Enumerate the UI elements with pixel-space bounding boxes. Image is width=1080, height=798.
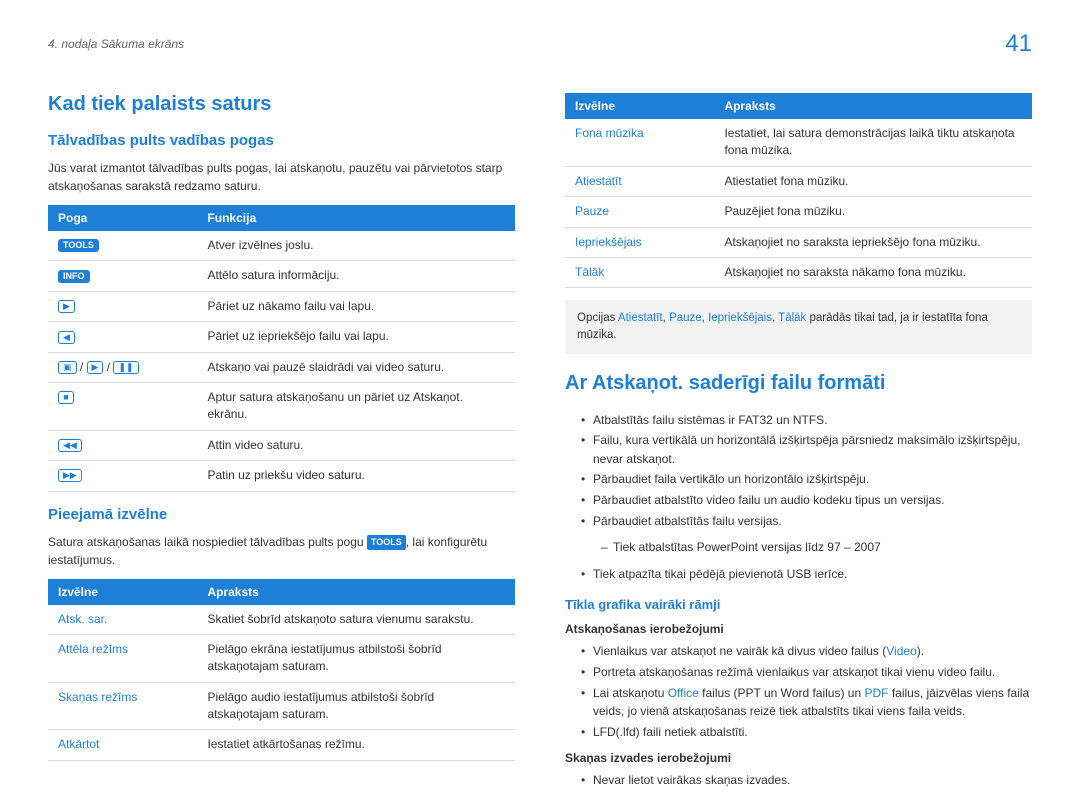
format-bullets: Atbalstītās failu sistēmas ir FAT32 un N… xyxy=(565,411,1032,531)
table-row: ▶▶Patin uz priekšu video saturu. xyxy=(48,461,515,491)
table-row: ◀Pāriet uz iepriekšējo failu vai lapu. xyxy=(48,322,515,352)
prev-icon: ◀ xyxy=(58,331,75,344)
table-row: AtkārtotIestatiet atkārtošanas režīmu. xyxy=(48,730,515,760)
th-desc: Apraksts xyxy=(197,579,515,605)
page-number: 41 xyxy=(1005,30,1032,58)
th-button: Poga xyxy=(48,205,197,231)
forward-icon: ▶▶ xyxy=(58,469,82,482)
left-column: Kad tiek palaists saturs Tālvadības pult… xyxy=(48,93,515,798)
list-item: Lai atskaņotu Office failus (PPT un Word… xyxy=(581,684,1032,721)
play-icon: ▶ xyxy=(87,361,104,374)
table-row: INFOAttēlo satura informāciju. xyxy=(48,261,515,291)
format-bullets-2: Tiek atpazīta tikai pēdējā pievienotā US… xyxy=(565,565,1032,584)
note-box: Opcijas Atiestatīt, Pauze, Iepriekšējais… xyxy=(565,300,1032,353)
playback-restrictions-heading: Atskaņošanas ierobežojumi xyxy=(565,622,1032,636)
list-item: Pārbaudiet atbalstītās failu versijas. xyxy=(581,512,1032,531)
buttons-table: Poga Funkcija TOOLSAtver izvēlnes joslu.… xyxy=(48,205,515,492)
network-schedule-heading: Tīkla grafika vairāki rāmji xyxy=(565,597,1032,612)
table-row: ◀◀Attin video saturu. xyxy=(48,430,515,460)
chapter-label: 4. nodaļa Sākuma ekrāns xyxy=(48,37,184,51)
table-row: TOOLSAtver izvēlnes joslu. xyxy=(48,231,515,261)
list-item: Portreta atskaņošanas režīmā vienlaikus … xyxy=(581,663,1032,682)
table-row: ■Aptur satura atskaņošanu un pāriet uz A… xyxy=(48,382,515,430)
list-item: Pārbaudiet faila vertikālo un horizontāl… xyxy=(581,470,1032,489)
list-item: Atbalstītās failu sistēmas ir FAT32 un N… xyxy=(581,411,1032,430)
list-item: Nevar lietot vairākas skaņas izvades. xyxy=(581,771,1032,790)
pause-icon: ❚❚ xyxy=(113,361,138,374)
next-icon: ▶ xyxy=(58,300,75,313)
th-menu2: Izvēlne xyxy=(565,93,714,119)
available-menu-desc: Satura atskaņošanas laikā nospiediet tāl… xyxy=(48,533,515,569)
tools-inline-icon: TOOLS xyxy=(367,535,406,551)
right-column: Izvēlne Apraksts Fona mūzikaIestatiet, l… xyxy=(565,93,1032,798)
section-title-content-playing: Kad tiek palaists saturs xyxy=(48,93,515,116)
rewind-icon: ◀◀ xyxy=(58,439,82,452)
menu-table: Izvēlne Apraksts Atsk. sar.Skatiet šobrī… xyxy=(48,579,515,761)
table-row: IepriekšējaisAtskaņojiet no saraksta iep… xyxy=(565,227,1032,257)
content-columns: Kad tiek palaists saturs Tālvadības pult… xyxy=(48,93,1032,798)
list-item: Failu, kura vertikālā un horizontālā izš… xyxy=(581,431,1032,468)
th-desc2: Apraksts xyxy=(714,93,1032,119)
playback-bullets: Vienlaikus var atskaņot ne vairāk kā div… xyxy=(565,642,1032,741)
sound-bullets: Nevar lietot vairākas skaņas izvades. xyxy=(565,771,1032,790)
table-row: PauzePauzējiet fona mūziku. xyxy=(565,197,1032,227)
table-row: Attēla režīmsPielāgo ekrāna iestatījumus… xyxy=(48,634,515,682)
table-row: AtiestatītAtiestatiet fona mūziku. xyxy=(565,166,1032,196)
compatible-formats-heading: Ar Atskaņot. saderīgi failu formāti xyxy=(565,372,1032,395)
list-item: Tiek atbalstītas PowerPoint versijas līd… xyxy=(601,538,1032,557)
tools-icon: TOOLS xyxy=(58,239,99,252)
table-row: Skaņas režīmsPielāgo audio iestatījumus … xyxy=(48,682,515,730)
playpause-icon: ▣ xyxy=(58,361,77,374)
list-item: Tiek atpazīta tikai pēdējā pievienotā US… xyxy=(581,565,1032,584)
list-item: LFD(.lfd) faili netiek atbalstīti. xyxy=(581,723,1032,742)
table-row: ▶Pāriet uz nākamo failu vai lapu. xyxy=(48,291,515,321)
table-row: ▣ / ▶ / ❚❚Atskaņo vai pauzē slaidrādi va… xyxy=(48,352,515,382)
available-menu-heading: Pieejamā izvēlne xyxy=(48,506,515,523)
remote-buttons-intro: Jūs varat izmantot tālvadības pults poga… xyxy=(48,159,515,195)
stop-icon: ■ xyxy=(58,391,74,404)
page-header: 4. nodaļa Sākuma ekrāns 41 xyxy=(48,30,1032,58)
list-item: Pārbaudiet atbalstīto video failu un aud… xyxy=(581,491,1032,510)
th-function: Funkcija xyxy=(197,205,515,231)
menu-table-cont: Izvēlne Apraksts Fona mūzikaIestatiet, l… xyxy=(565,93,1032,288)
table-row: Fona mūzikaIestatiet, lai satura demonst… xyxy=(565,119,1032,166)
sub-bullets: Tiek atbalstītas PowerPoint versijas līd… xyxy=(565,538,1032,557)
list-item: Vienlaikus var atskaņot ne vairāk kā div… xyxy=(581,642,1032,661)
info-icon: INFO xyxy=(58,270,90,283)
table-row: Atsk. sar.Skatiet šobrīd atskaņoto satur… xyxy=(48,605,515,635)
table-row: TālākAtskaņojiet no saraksta nākamo fona… xyxy=(565,257,1032,287)
sound-restrictions-heading: Skaņas izvades ierobežojumi xyxy=(565,751,1032,765)
remote-buttons-heading: Tālvadības pults vadības pogas xyxy=(48,132,515,149)
th-menu: Izvēlne xyxy=(48,579,197,605)
